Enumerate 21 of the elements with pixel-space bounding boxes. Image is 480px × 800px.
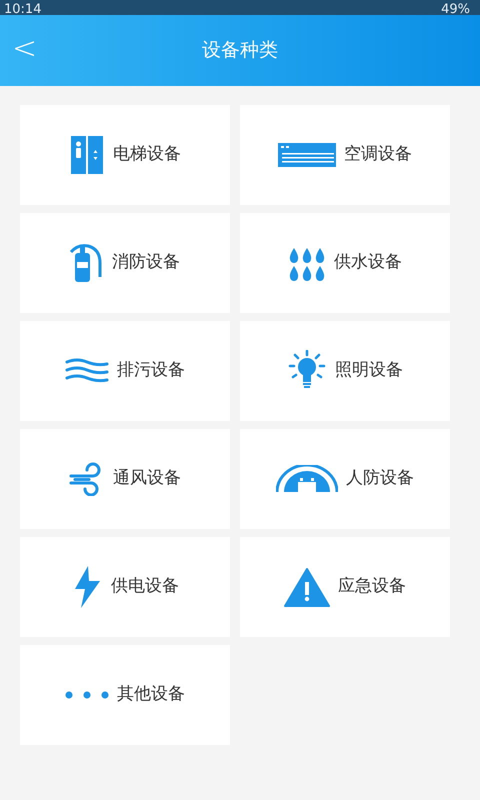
air-conditioner-icon [278, 142, 336, 168]
status-time: 10:14 [4, 4, 42, 15]
more-dots-icon [65, 691, 109, 699]
elevator-icon [69, 135, 105, 175]
page-title: 设备种类 [202, 38, 278, 64]
category-tile[interactable]: 应急设备 [240, 537, 450, 637]
category-tile[interactable]: 供电设备 [20, 537, 230, 637]
category-tile[interactable]: 供水设备 [240, 213, 450, 313]
waves-icon [65, 358, 109, 384]
category-tile[interactable]: 空调设备 [240, 105, 450, 205]
category-tile[interactable]: 通风设备 [20, 429, 230, 529]
category-tile[interactable]: 人防设备 [240, 429, 450, 529]
warning-icon [284, 567, 330, 607]
category-tile[interactable]: 消防设备 [20, 213, 230, 313]
category-tile[interactable]: 其他设备 [20, 645, 230, 745]
category-tile[interactable]: 照明设备 [240, 321, 450, 421]
shelter-dome-icon [276, 465, 338, 493]
battery-level: 49% [441, 4, 470, 15]
category-tile[interactable]: 排污设备 [20, 321, 230, 421]
fire-extinguisher-icon [70, 243, 104, 283]
category-tile[interactable]: 电梯设备 [20, 105, 230, 205]
